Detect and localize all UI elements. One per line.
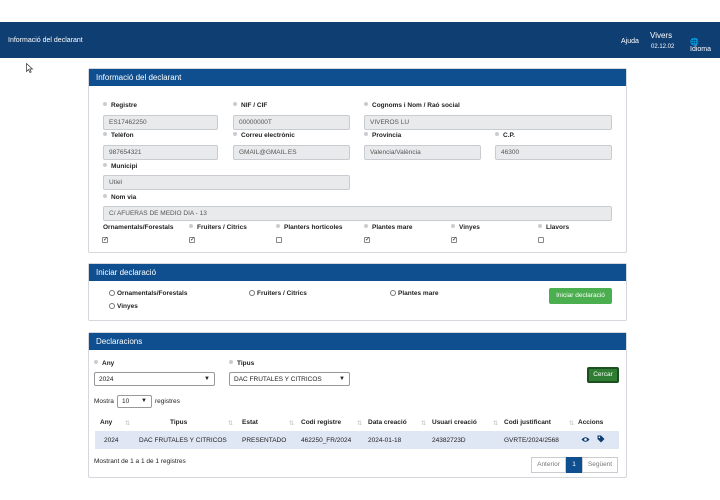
chevron-down-icon: ▼ <box>204 376 210 382</box>
category-label-planters: Planters horticoles <box>276 224 343 231</box>
page-size-select[interactable]: 10 ▼ <box>117 395 152 408</box>
registre-label: Registre <box>103 102 137 109</box>
registre-field[interactable]: ES17462250 <box>103 115 218 130</box>
view-eye-icon[interactable] <box>581 436 590 443</box>
correu-label: Correu electrònic <box>233 132 295 139</box>
sort-icon: ⇅ <box>125 421 131 427</box>
radio-vinyes[interactable]: Vinyes <box>109 303 138 310</box>
category-checkbox-plantes-mare[interactable]: ✓ <box>364 237 370 243</box>
radio-circle-icon <box>390 290 396 296</box>
radio-circle-icon <box>109 290 115 296</box>
col-header-codi-registre[interactable]: Codi registre <box>301 419 341 426</box>
category-label-fruiters: Fruiters / Citrics <box>189 224 247 231</box>
declaracions-panel-header: Declaracions <box>89 333 626 350</box>
nomvia-field[interactable]: C/ AFUERAS DE MEDIO DIA - 13 <box>103 206 612 221</box>
cp-label: C.P. <box>495 132 515 139</box>
iniciar-declaracio-button[interactable]: Iniciar declaració <box>549 288 612 304</box>
cp-field[interactable]: 46300 <box>495 145 612 160</box>
telefon-label: Telèfon <box>103 132 134 139</box>
radio-plantes-mare[interactable]: Plantes mare <box>390 290 438 297</box>
cercar-button[interactable]: Cercar <box>587 367 619 383</box>
radio-circle-icon <box>249 290 255 296</box>
col-header-accions: Accions <box>578 419 604 426</box>
col-header-any[interactable]: Any <box>100 419 112 426</box>
declarant-panel-header: Informació del declarant <box>89 69 626 86</box>
user-name[interactable]: Vivers <box>650 31 672 40</box>
chevron-down-icon: ▼ <box>141 398 147 404</box>
registres-label: registres <box>155 398 180 405</box>
cell-any: 2024 <box>104 437 119 444</box>
sort-icon: ⇅ <box>357 421 363 427</box>
category-checkbox-planters[interactable] <box>276 237 282 243</box>
provincia-label: Provincia <box>364 132 401 139</box>
sort-icon: ⇅ <box>421 421 427 427</box>
nif-field[interactable]: 00000000T <box>233 115 350 130</box>
cell-codi-registre: 462250_FR/2024 <box>301 437 352 444</box>
category-label-vinyes: Vinyes <box>451 224 480 231</box>
sort-icon: ⇅ <box>569 421 575 427</box>
sort-icon: ⇅ <box>493 421 499 427</box>
any-label: Any <box>94 360 114 367</box>
pagination-next[interactable]: Següent <box>582 457 618 473</box>
category-checkbox-fruiters[interactable]: ✓ <box>189 237 195 243</box>
col-header-tipus[interactable]: Tipus <box>170 419 187 426</box>
category-checkbox-vinyes[interactable]: ✓ <box>451 237 457 243</box>
version-label: 02.12.02 <box>651 44 675 50</box>
pagination-page-1[interactable]: 1 <box>566 457 582 473</box>
col-header-usuari-creacio[interactable]: Usuari creació <box>432 419 477 426</box>
language-menu[interactable]: 🌐 Idioma <box>690 38 720 53</box>
category-checkbox-ornamentals[interactable]: ✓ <box>102 237 108 243</box>
col-header-data-creacio[interactable]: Data creació <box>368 419 407 426</box>
app-title[interactable]: Informació del declarant <box>8 37 83 44</box>
any-select[interactable]: 2024 ▼ <box>94 372 215 386</box>
correu-field[interactable]: GMAIL@GMAIL.ES <box>233 145 350 160</box>
mostra-label: Mostra <box>94 398 114 405</box>
col-header-estat[interactable]: Estat <box>242 419 258 426</box>
nif-label: NIF / CIF <box>233 102 267 109</box>
table-summary: Mostrant de 1 a 1 de 1 registres <box>94 458 186 465</box>
nom-field[interactable]: VIVEROS LU <box>364 115 612 130</box>
globe-icon: 🌐 <box>690 39 699 46</box>
sort-icon: ⇅ <box>289 421 295 427</box>
chevron-down-icon: ▼ <box>339 376 345 382</box>
category-label-llavors: Llavors <box>538 224 569 231</box>
category-checkbox-llavors[interactable] <box>538 237 544 243</box>
telefon-field[interactable]: 987654321 <box>103 145 218 160</box>
pagination-prev[interactable]: Anterior <box>531 457 566 473</box>
municipi-label: Municipi <box>103 163 137 170</box>
radio-circle-icon <box>109 303 115 309</box>
category-label-ornamentals: Ornamentals/Forestals <box>103 224 174 231</box>
radio-ornamentals[interactable]: Ornamentals/Forestals <box>109 290 187 297</box>
cell-codi-justificant: GVRTE/2024/2568 <box>504 437 559 444</box>
help-link[interactable]: Ajuda <box>621 38 639 45</box>
nom-label: Cognoms i Nom / Raó social <box>364 102 460 109</box>
col-header-codi-justificant[interactable]: Codi justificant <box>504 419 551 426</box>
municipi-field[interactable]: Utiel <box>103 175 350 190</box>
category-label-plantes-mare: Plantes mare <box>364 224 412 231</box>
iniciar-panel-header: Iniciar declaració <box>89 264 626 281</box>
top-navbar: Informació del declarant Ajuda Vivers 02… <box>0 22 720 58</box>
sort-icon: ⇅ <box>228 421 234 427</box>
tipus-label: Tipus <box>229 360 254 367</box>
cell-tipus: DAC FRUTALES Y CITRICOS <box>139 437 227 444</box>
tipus-select[interactable]: DAC FRUTALES Y CITRICOS ▼ <box>229 372 350 386</box>
cell-estat: PRESENTADO <box>242 437 287 444</box>
radio-fruiters[interactable]: Fruiters / Citrics <box>249 290 307 297</box>
tag-icon[interactable] <box>597 435 605 443</box>
provincia-field[interactable]: Valencia/València <box>364 145 481 160</box>
nomvia-label: Nom via <box>103 194 136 201</box>
cell-data-creacio: 2024-01-18 <box>368 437 402 444</box>
cell-usuari-creacio: 24382723D <box>432 437 466 444</box>
mouse-cursor-icon <box>26 63 34 73</box>
